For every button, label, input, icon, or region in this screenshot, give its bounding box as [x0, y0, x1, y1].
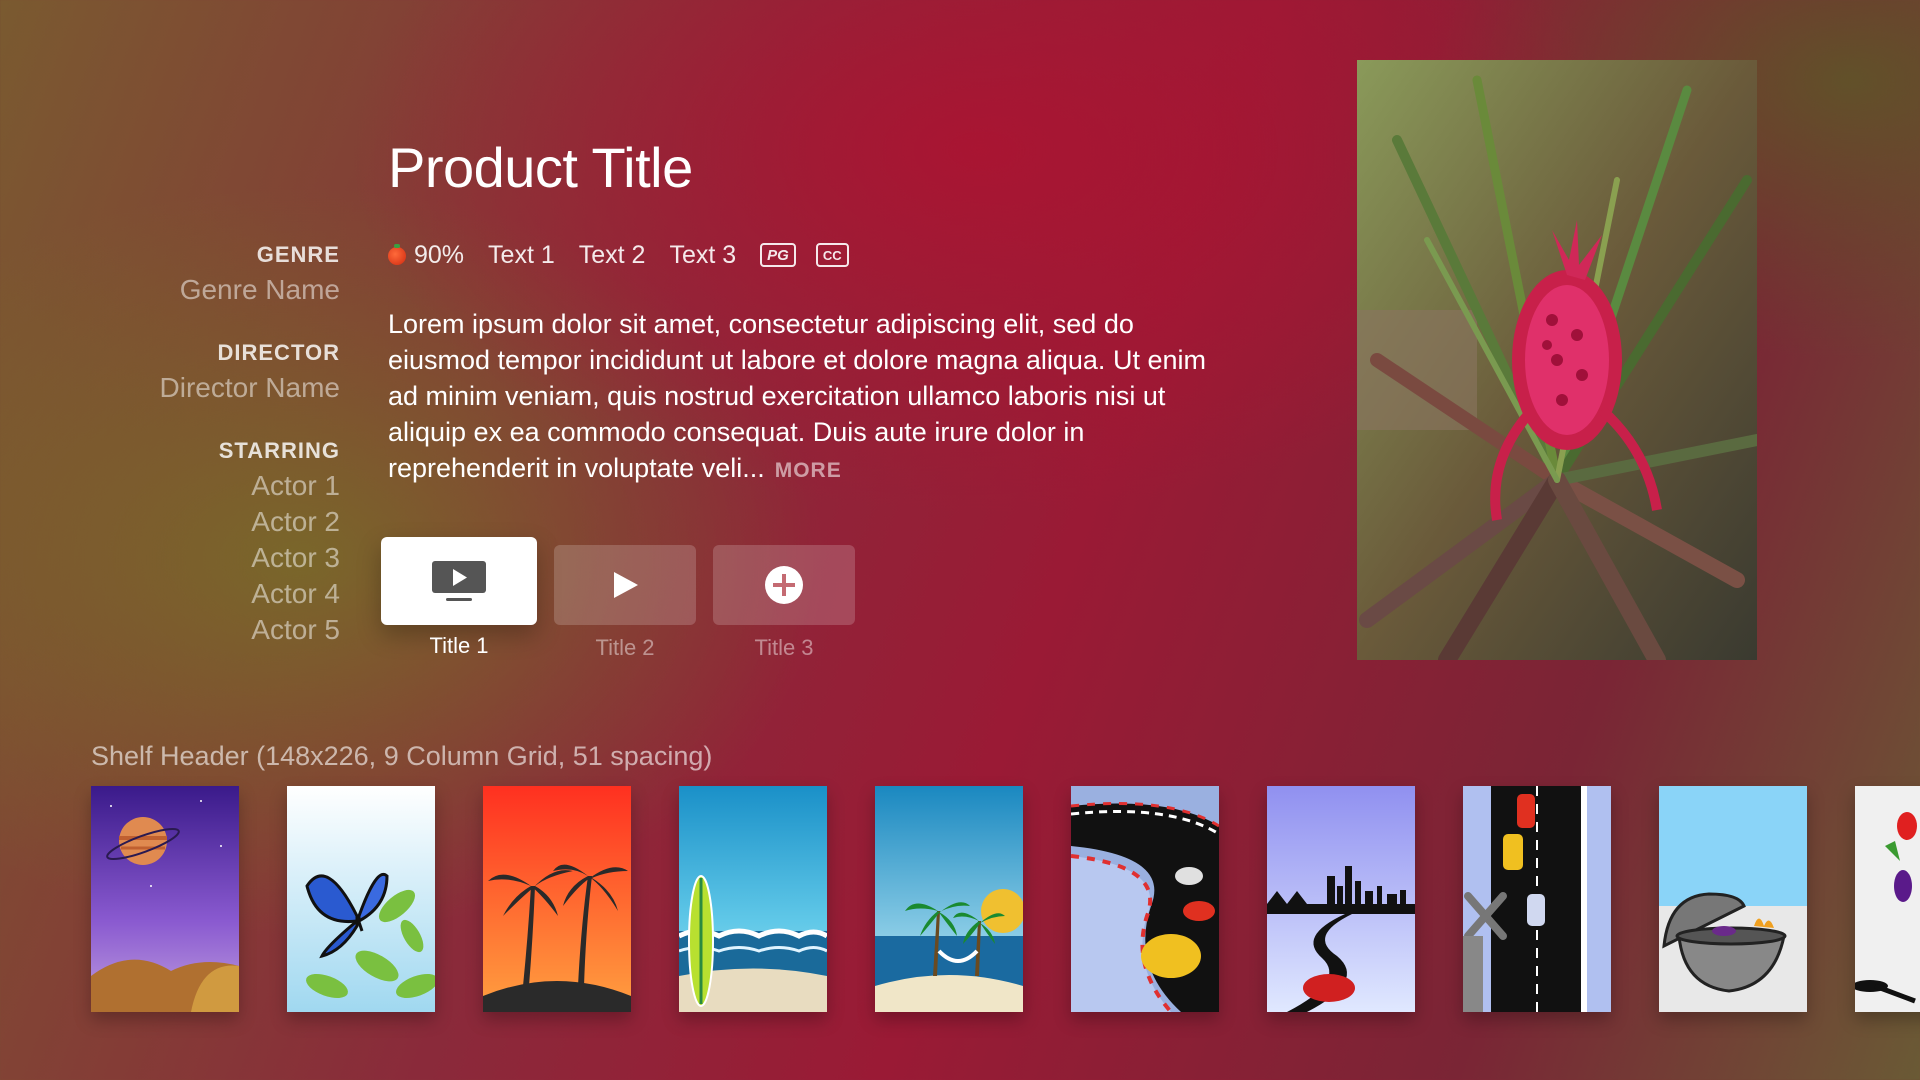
- title-3-label: Title 3: [754, 635, 814, 660]
- director-value: Director Name: [159, 372, 340, 403]
- rating-score: 90%: [388, 241, 464, 270]
- description: Lorem ipsum dolor sit amet, consectetur …: [388, 306, 1208, 489]
- shelf-item[interactable]: [875, 786, 1023, 1012]
- more-link[interactable]: MORE: [775, 459, 842, 482]
- highway-cars-poster: [1463, 786, 1611, 1012]
- title-2-button[interactable]: [554, 545, 696, 625]
- grill-poster: [1659, 786, 1807, 1012]
- tv-play-icon: [432, 561, 486, 601]
- shelf-item[interactable]: [287, 786, 435, 1012]
- actor-name: Actor 4: [251, 578, 340, 609]
- add-circle-icon: [765, 566, 803, 604]
- description-text: Lorem ipsum dolor sit amet, consectetur …: [388, 309, 1206, 483]
- shelf-item[interactable]: [1659, 786, 1807, 1012]
- action-title-3[interactable]: Title 3: [713, 537, 855, 661]
- hammock-island-poster: [875, 786, 1023, 1012]
- pineapple-plant-image: [1357, 60, 1757, 660]
- title-2-label: Title 2: [595, 635, 655, 660]
- product-poster: [1357, 60, 1757, 660]
- info-row: 90% Text 1 Text 2 Text 3 PG CC: [388, 238, 869, 272]
- genre-value: Genre Name: [179, 274, 340, 305]
- action-title-1[interactable]: Title 1: [381, 537, 537, 661]
- palm-sunset-poster: [483, 786, 631, 1012]
- shelf-item[interactable]: [1855, 786, 1920, 1012]
- actor-name: Actor 5: [251, 614, 340, 645]
- info-text-2: Text 2: [578, 240, 646, 269]
- butterfly-poster: [287, 786, 435, 1012]
- rating-value: 90%: [414, 240, 465, 269]
- product-title: Product Title: [388, 136, 693, 199]
- title-3-button[interactable]: [713, 545, 855, 625]
- shelf-item[interactable]: [1267, 786, 1415, 1012]
- title-1-label: Title 1: [429, 633, 489, 658]
- genre-block: GENRE Genre Name: [40, 238, 340, 308]
- product-detail: GENRE Genre Name DIRECTOR Director Name …: [0, 0, 1920, 720]
- tomato-icon: [388, 244, 406, 265]
- shelf-item[interactable]: [679, 786, 827, 1012]
- director-heading: DIRECTOR: [217, 340, 340, 365]
- metadata-column: GENRE Genre Name DIRECTOR Director Name …: [40, 238, 340, 676]
- planet-poster: [91, 786, 239, 1012]
- shelf-item[interactable]: [91, 786, 239, 1012]
- shelf-row: [91, 786, 1920, 1012]
- action-buttons: Title 1 Title 2 Title 3: [381, 537, 872, 661]
- action-title-2[interactable]: Title 2: [554, 537, 696, 661]
- shelf-header: Shelf Header (148x226, 9 Column Grid, 51…: [91, 741, 713, 771]
- starring-block: STARRING Actor 1 Actor 2 Actor 3 Actor 4…: [40, 434, 340, 648]
- shelf-item[interactable]: [1463, 786, 1611, 1012]
- city-road-poster: [1267, 786, 1415, 1012]
- actor-name: Actor 1: [251, 470, 340, 501]
- vegetables-poster: [1855, 786, 1920, 1012]
- shelf-item[interactable]: [1071, 786, 1219, 1012]
- pg-rating-badge: PG: [760, 243, 796, 267]
- actor-name: Actor 3: [251, 542, 340, 573]
- starring-heading: STARRING: [218, 438, 340, 463]
- info-text-3: Text 3: [669, 240, 737, 269]
- surfboard-beach-poster: [679, 786, 827, 1012]
- shelf-item[interactable]: [483, 786, 631, 1012]
- title-1-button[interactable]: [381, 537, 537, 625]
- race-track-poster: [1071, 786, 1219, 1012]
- director-block: DIRECTOR Director Name: [40, 336, 340, 406]
- info-text-1: Text 1: [488, 240, 555, 269]
- genre-heading: GENRE: [256, 242, 340, 267]
- actor-name: Actor 2: [251, 506, 340, 537]
- play-icon: [614, 572, 638, 598]
- closed-captions-badge: CC: [815, 243, 849, 267]
